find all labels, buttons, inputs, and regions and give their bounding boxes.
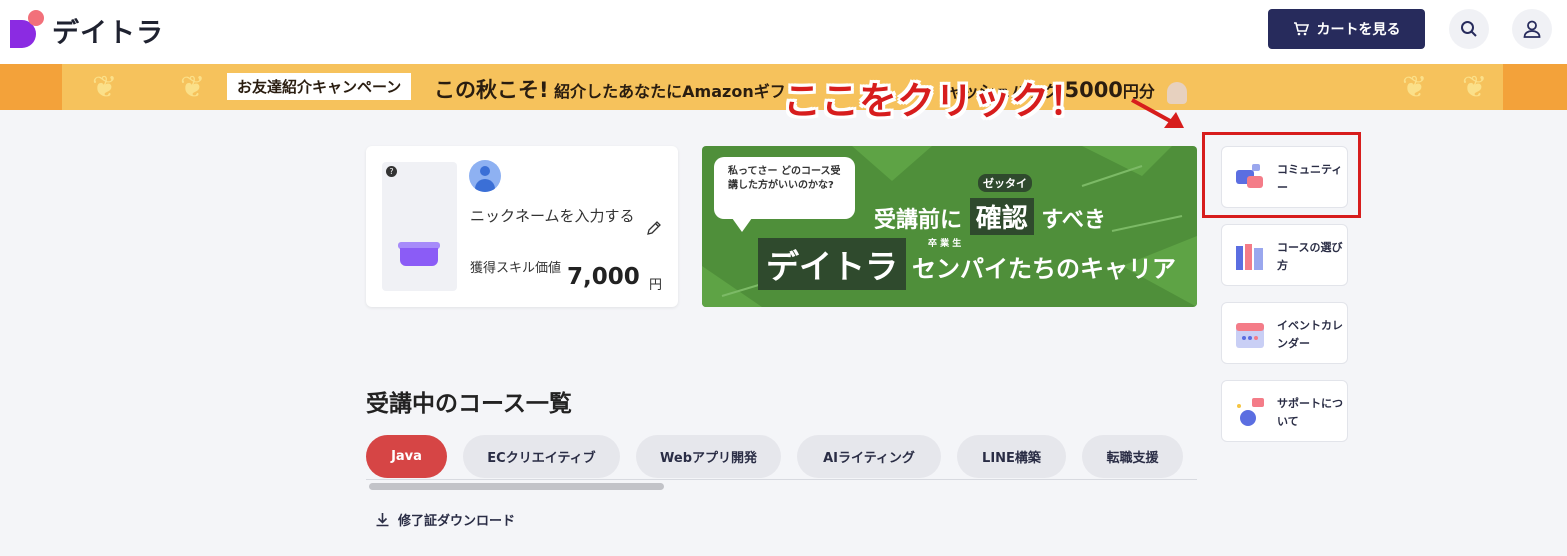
cart-icon [1293, 22, 1309, 36]
user-icon [1523, 20, 1541, 38]
tab-career-change[interactable]: 転職支援 [1082, 435, 1183, 478]
campaign-text-a: 紹介したあなたにAmazonギフ [554, 82, 786, 101]
career-promo-banner[interactable]: 私ってさー どのコース受講した方がいいのかな? ゼッタイ 受講前に 確認 すべき… [702, 146, 1197, 307]
annotation-highlight-box [1202, 132, 1361, 218]
help-icon[interactable]: ? [386, 166, 397, 177]
pencil-icon[interactable] [646, 220, 662, 236]
profile-card: ? ニックネームを入力する 獲得スキル価値 7,000 円 [366, 146, 678, 307]
tab-java[interactable]: Java [366, 435, 447, 478]
certificate-download-label: 修了証ダウンロード [398, 514, 516, 529]
annotation-arrow-icon [1131, 98, 1184, 128]
promo-line2-post: センパイたちのキャリア [912, 255, 1176, 283]
support-label: サポートについて [1277, 397, 1343, 428]
skill-value-unit: 円 [649, 278, 663, 293]
skill-value-label: 獲得スキル価値 [470, 261, 562, 276]
campaign-lead: この秋こそ! [434, 78, 549, 102]
logo-text: デイトラ [52, 17, 164, 49]
ginkgo-leaf-icon: ❦ [1462, 70, 1488, 105]
search-icon [1461, 21, 1477, 37]
campaign-tag: お友達紹介キャンペーン [227, 73, 412, 100]
basket-icon [400, 248, 438, 266]
avatar[interactable] [469, 160, 501, 192]
search-button[interactable] [1449, 9, 1489, 49]
promo-ruby-zettai: ゼッタイ [978, 174, 1032, 192]
ginkgo-leaf-icon: ❦ [1402, 70, 1428, 105]
speech-bubble-tail [732, 218, 752, 232]
ginkgo-leaf-icon: ❦ [92, 70, 118, 105]
nickname-text: ニックネームを入力する [470, 207, 635, 225]
tab-ec-creative[interactable]: ECクリエイティブ [463, 435, 620, 478]
support-button[interactable]: サポートについて [1221, 380, 1348, 442]
skill-item-image [382, 162, 457, 291]
event-calendar-label: イベントカレンダー [1277, 319, 1343, 350]
event-calendar-button[interactable]: イベントカレンダー [1221, 302, 1348, 364]
tabs-scrollbar[interactable] [369, 483, 664, 490]
courses-section-title: 受講中のコース一覧 [366, 391, 572, 417]
certificate-download-link[interactable]: 修了証ダウンロード [375, 510, 515, 529]
ginkgo-leaf-icon: ❦ [180, 70, 206, 105]
view-cart-button[interactable]: カートを見る [1268, 9, 1425, 49]
site-logo[interactable]: デイトラ [10, 10, 164, 50]
skill-value: 7,000 [567, 264, 640, 290]
promo-line2: デイトラ [758, 238, 906, 290]
view-cart-label: カートを見る [1316, 22, 1401, 38]
promo-line1-box: 確認 [969, 198, 1034, 235]
tab-ai-writing[interactable]: AIライティング [797, 435, 941, 478]
promo-line2-box: デイトラ [758, 238, 906, 290]
tabs-divider [366, 479, 1197, 480]
tab-line[interactable]: LINE構築 [957, 435, 1066, 478]
top-header: デイトラ カートを見る [0, 0, 1567, 64]
support-icon [1237, 398, 1264, 426]
click-here-annotation: ここをクリック！ [783, 79, 1088, 123]
download-icon [376, 513, 389, 527]
account-button[interactable] [1512, 9, 1552, 49]
books-icon [1236, 244, 1263, 270]
logo-mark [10, 10, 44, 50]
course-guide-label: コースの選び方 [1277, 241, 1343, 272]
promo-line1-post: すべき [1041, 208, 1106, 233]
course-guide-button[interactable]: コースの選び方 [1221, 224, 1348, 286]
promo-ruby-graduate: 卒 業 生 [928, 239, 962, 249]
promo-line1: 受講前に 確認 すべき [874, 198, 1106, 235]
speech-bubble: 私ってさー どのコース受講した方がいいのかな? [714, 157, 855, 219]
tab-web-app[interactable]: Webアプリ開発 [636, 435, 781, 478]
promo-line1-pre: 受講前に [874, 208, 963, 233]
calendar-icon [1236, 323, 1264, 348]
